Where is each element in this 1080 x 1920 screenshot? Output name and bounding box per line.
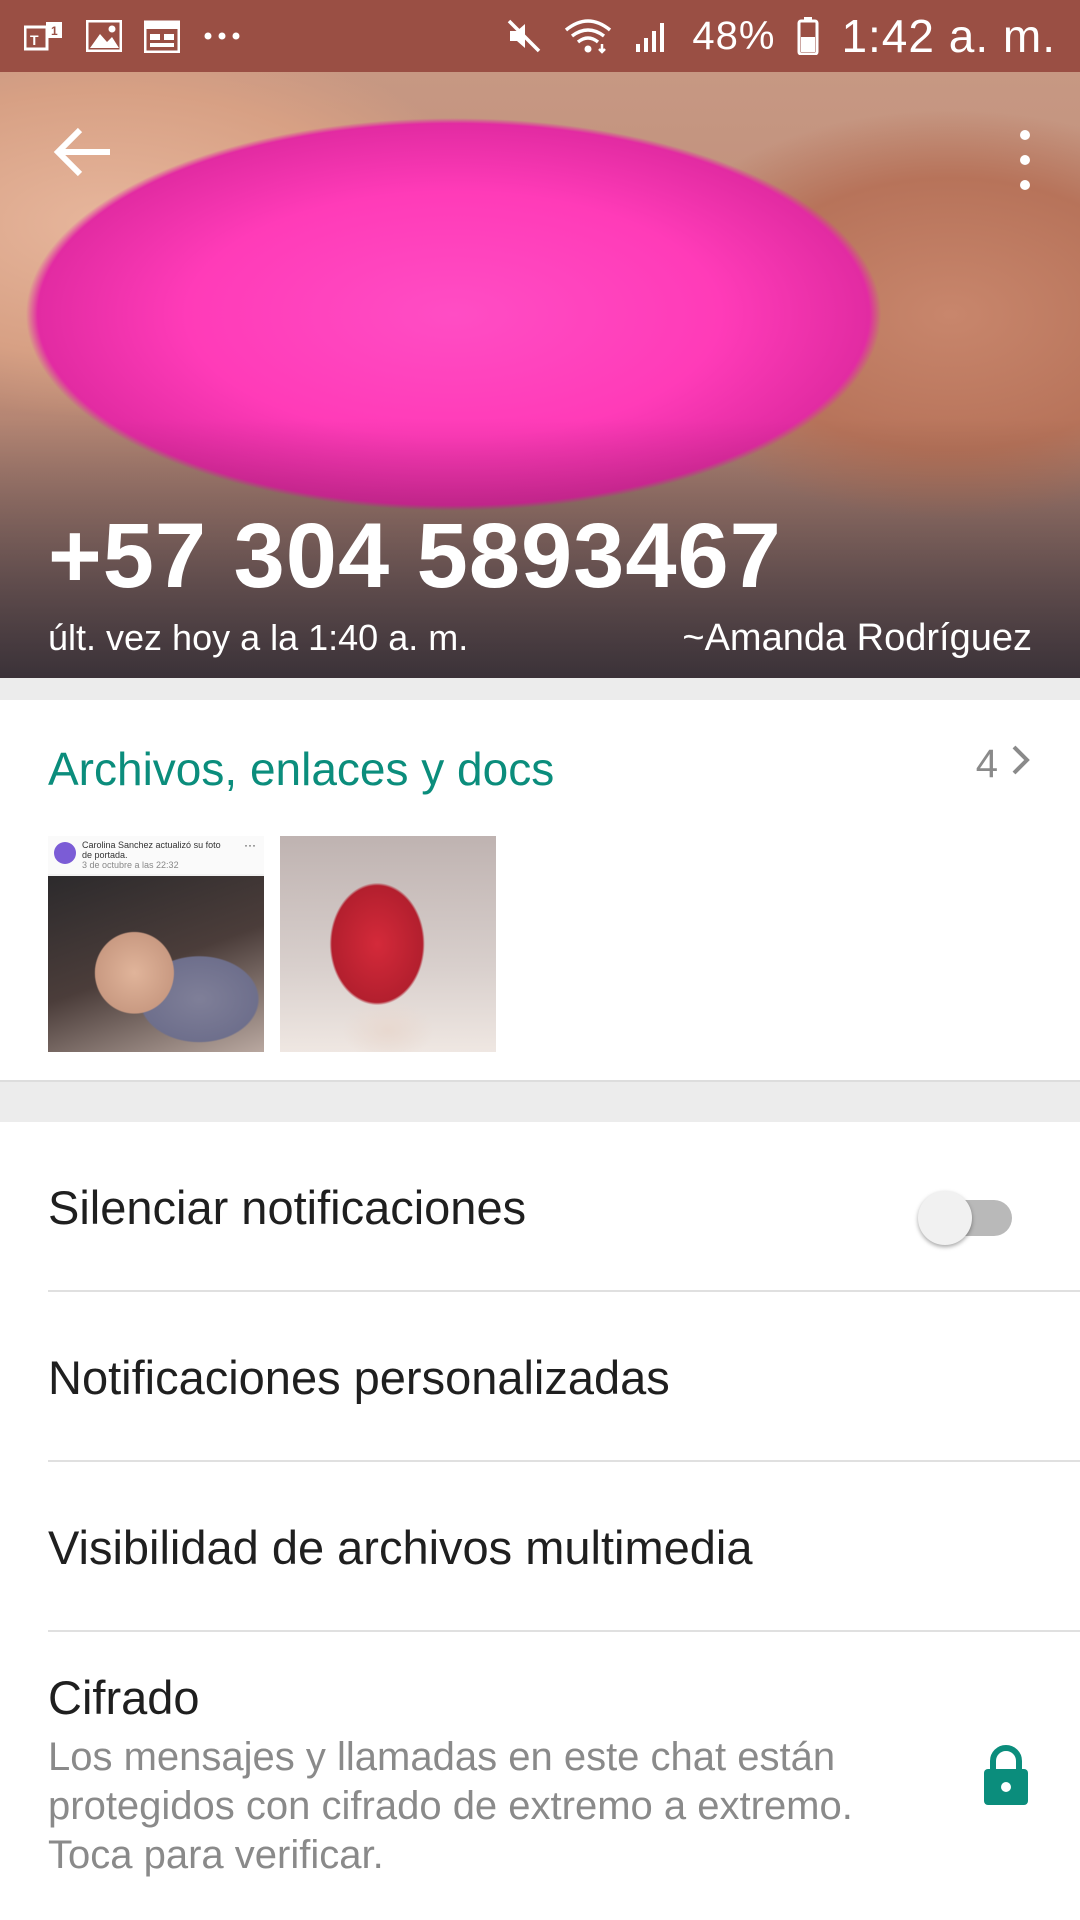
media-section-title[interactable]: Archivos, enlaces y docs bbox=[48, 742, 554, 796]
notification-icons: T1 bbox=[24, 19, 242, 53]
thumbnail-caption: Carolina Sanchez actualizó su foto de po… bbox=[82, 840, 232, 870]
svg-text:T: T bbox=[30, 32, 39, 48]
section-divider bbox=[0, 678, 1080, 700]
calendar-icon bbox=[144, 19, 180, 53]
more-notifications-icon bbox=[202, 30, 242, 42]
thumbnail-photo bbox=[48, 876, 264, 1052]
thumbnail-caption-text: Carolina Sanchez actualizó su foto de po… bbox=[82, 840, 221, 860]
wifi-icon bbox=[564, 18, 612, 54]
media-visibility-row[interactable]: Visibilidad de archivos multimedia bbox=[48, 1462, 1080, 1630]
section-divider bbox=[0, 1082, 1080, 1122]
thumbnail-date: 3 de octubre a las 22:32 bbox=[82, 860, 179, 870]
row-divider bbox=[48, 1630, 1080, 1632]
media-visibility-label: Visibilidad de archivos multimedia bbox=[48, 1521, 753, 1574]
back-arrow-icon[interactable] bbox=[48, 120, 120, 184]
mute-notifications-label: Silenciar notificaciones bbox=[48, 1181, 527, 1234]
media-count[interactable]: 4 bbox=[976, 742, 1032, 787]
media-count-value: 4 bbox=[975, 742, 998, 786]
battery-percent: 48% bbox=[692, 13, 776, 58]
clock: 1:42 a. m. bbox=[841, 10, 1056, 62]
custom-notifications-row[interactable]: Notificaciones personalizadas bbox=[48, 1292, 1080, 1460]
chevron-right-icon bbox=[1010, 742, 1032, 787]
toggle-knob bbox=[918, 1191, 972, 1245]
contact-push-name: ~Amanda Rodríguez bbox=[682, 617, 1032, 659]
system-icons: 48% 1:42 a. m. bbox=[506, 9, 1056, 63]
avatar bbox=[54, 842, 76, 864]
signal-icon bbox=[634, 18, 670, 54]
battery-icon bbox=[797, 17, 819, 55]
media-thumbnail[interactable]: Carolina Sanchez actualizó su foto de po… bbox=[48, 836, 264, 1052]
status-bar: T1 48% 1:42 a. m. bbox=[0, 0, 1080, 72]
svg-text:1: 1 bbox=[51, 24, 58, 38]
encryption-description[interactable]: Los mensajes y llamadas en este chat est… bbox=[48, 1733, 928, 1880]
overflow-menu-icon[interactable] bbox=[1010, 130, 1040, 190]
media-links-docs-section[interactable]: Archivos, enlaces y docs 4 Carolina Sanc… bbox=[0, 700, 1080, 1082]
contact-phone-number: +57 304 5893467 bbox=[48, 505, 782, 607]
contact-photo-header[interactable]: +57 304 5893467 últ. vez hoy a la 1:40 a… bbox=[0, 72, 1080, 678]
custom-notifications-label: Notificaciones personalizadas bbox=[48, 1351, 670, 1404]
last-seen-status: últ. vez hoy a la 1:40 a. m. bbox=[48, 617, 469, 658]
mute-notifications-toggle[interactable] bbox=[918, 1188, 1012, 1245]
teams-notification-icon: T1 bbox=[24, 21, 64, 51]
mute-icon bbox=[506, 18, 542, 54]
lock-icon[interactable] bbox=[982, 1745, 1030, 1807]
thumbnail-dots-icon: ··· bbox=[244, 838, 256, 852]
thumbnail-post-header: Carolina Sanchez actualizó su foto de po… bbox=[48, 836, 264, 874]
image-icon bbox=[86, 20, 122, 52]
encryption-title[interactable]: Cifrado bbox=[48, 1670, 200, 1725]
media-thumbnail[interactable] bbox=[280, 836, 496, 1052]
